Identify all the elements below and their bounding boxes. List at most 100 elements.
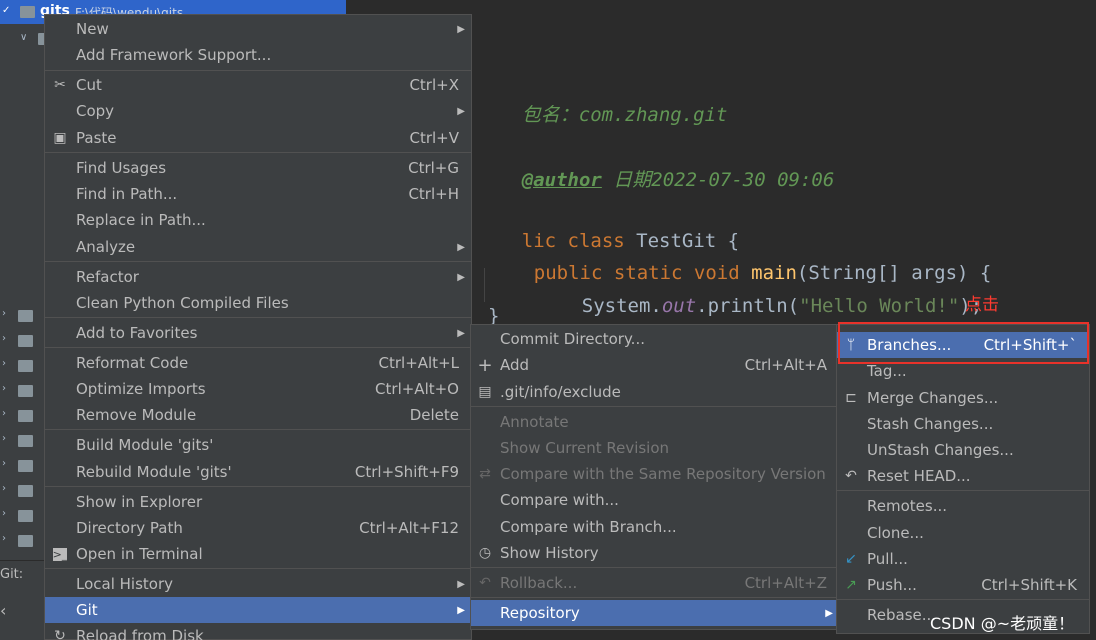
menu-item-add[interactable]: + Add Ctrl+Alt+A — [471, 352, 839, 378]
menu-item-reload[interactable]: ↻ Reload from Disk — [45, 623, 471, 640]
menu-divider — [45, 261, 471, 262]
menu-item-annotate[interactable]: Annotate — [471, 409, 839, 435]
menu-item-repository[interactable]: Repository ▶ — [471, 600, 839, 626]
shortcut: Ctrl+Alt+A — [744, 356, 827, 374]
folder-icon — [20, 6, 35, 18]
menu-item-copy[interactable]: Copy ▶ — [45, 98, 471, 124]
folder-icon — [18, 335, 33, 347]
menu-label: Local History — [76, 575, 174, 593]
menu-label: Commit Directory... — [500, 330, 645, 348]
shortcut: Ctrl+Alt+F12 — [359, 519, 459, 537]
menu-item-push[interactable]: ↗ Push... Ctrl+Shift+K — [837, 572, 1089, 598]
menu-item-find-in-path[interactable]: Find in Path... Ctrl+H — [45, 181, 471, 207]
identifier: System. — [581, 295, 662, 317]
chevron-right-icon[interactable]: › — [2, 458, 6, 469]
menu-label: Reset HEAD... — [867, 467, 971, 485]
menu-item-clone[interactable]: Clone... — [837, 520, 1089, 546]
shortcut: Ctrl+Shift+K — [981, 576, 1077, 594]
menu-item-show-in-explorer[interactable]: Show in Explorer — [45, 489, 471, 515]
scissors-icon: ✂ — [54, 77, 66, 93]
menu-item-stash-changes[interactable]: Stash Changes... — [837, 411, 1089, 437]
clipboard-icon: ▣ — [53, 130, 67, 146]
menu-divider — [471, 597, 839, 598]
menu-item-remove-module[interactable]: Remove Module Delete — [45, 402, 471, 428]
chevron-right-icon[interactable]: › — [2, 333, 6, 344]
shortcut: Ctrl+X — [409, 76, 459, 94]
menu-item-rebuild-module[interactable]: Rebuild Module 'gits' Ctrl+Shift+F9 — [45, 459, 471, 485]
project-context-menu: New ▶ Add Framework Support... ✂ Cut Ctrl+X… — [44, 14, 472, 640]
menu-item-clean-python[interactable]: Clean Python Compiled Files — [45, 290, 471, 316]
menu-item-refactor[interactable]: Refactor ▶ — [45, 264, 471, 290]
menu-item-merge-changes[interactable]: ⊏ Merge Changes... — [837, 385, 1089, 411]
chevron-left-icon[interactable]: ‹ — [0, 601, 6, 620]
indent-guide — [484, 268, 485, 302]
compare-arrows-icon: ⇄ — [479, 466, 491, 482]
menu-label: Pull... — [867, 550, 908, 568]
watermark: CSDN @~老顽童！ — [930, 614, 1075, 633]
menu-item-analyze[interactable]: Analyze ▶ — [45, 234, 471, 260]
shortcut: Ctrl+V — [409, 129, 459, 147]
menu-item-build-module[interactable]: Build Module 'gits' — [45, 432, 471, 458]
chevron-right-icon[interactable]: › — [2, 483, 6, 494]
highlight-annotation-box — [838, 322, 1089, 364]
menu-item-compare-same-version[interactable]: ⇄ Compare with the Same Repository Versio… — [471, 461, 839, 487]
menu-label: New — [76, 20, 109, 38]
menu-divider — [45, 429, 471, 430]
menu-item-new[interactable]: New ▶ — [45, 16, 471, 42]
menu-item-add-favorites[interactable]: Add to Favorites ▶ — [45, 320, 471, 346]
menu-item-open-terminal[interactable]: >_ Open in Terminal — [45, 541, 471, 567]
undo-icon: ↶ — [845, 468, 857, 484]
menu-item-optimize-imports[interactable]: Optimize Imports Ctrl+Alt+O — [45, 376, 471, 402]
menu-item-reset-head[interactable]: ↶ Reset HEAD... — [837, 463, 1089, 489]
menu-label: Merge Changes... — [867, 389, 999, 407]
menu-label: Compare with the Same Repository Version — [500, 465, 826, 483]
menu-item-show-current-revision[interactable]: Show Current Revision — [471, 435, 839, 461]
menu-item-commit-directory[interactable]: Commit Directory... — [471, 326, 839, 352]
menu-label: Cut — [76, 76, 102, 94]
menu-item-remotes[interactable]: Remotes... — [837, 493, 1089, 519]
menu-item-git[interactable]: Git ▶ — [45, 597, 471, 623]
menu-item-unstash-changes[interactable]: UnStash Changes... — [837, 437, 1089, 463]
menu-item-rollback[interactable]: ↶ Rollback... Ctrl+Alt+Z — [471, 570, 839, 596]
menu-label: Compare with Branch... — [500, 518, 677, 536]
chevron-right-icon[interactable]: › — [2, 433, 6, 444]
submenu-arrow-icon: ▶ — [457, 271, 465, 283]
menu-item-add-framework[interactable]: Add Framework Support... — [45, 42, 471, 68]
string-literal: "Hello World!" — [799, 295, 960, 317]
chevron-right-icon[interactable]: › — [2, 383, 6, 394]
chevron-down-icon[interactable]: ✓ — [2, 5, 10, 16]
menu-item-reformat[interactable]: Reformat Code Ctrl+Alt+L — [45, 350, 471, 376]
menu-item-compare-branch[interactable]: Compare with Branch... — [471, 514, 839, 540]
chevron-right-icon[interactable]: › — [2, 408, 6, 419]
folder-icon — [18, 460, 33, 472]
menu-divider — [45, 486, 471, 487]
chevron-right-icon[interactable]: › — [2, 358, 6, 369]
menu-divider — [837, 599, 1089, 600]
menu-item-compare-with[interactable]: Compare with... — [471, 487, 839, 513]
menu-label: Git — [76, 601, 98, 619]
menu-item-pull[interactable]: ↙ Pull... — [837, 546, 1089, 572]
menu-label: Show Current Revision — [500, 439, 670, 457]
shortcut: Delete — [409, 406, 459, 424]
chevron-right-icon[interactable]: › — [2, 533, 6, 544]
menu-item-find-usages[interactable]: Find Usages Ctrl+G — [45, 155, 471, 181]
shortcut: Ctrl+Shift+F9 — [354, 463, 459, 481]
menu-divider — [471, 406, 839, 407]
chevron-right-icon[interactable]: › — [2, 508, 6, 519]
menu-label: Add — [500, 356, 530, 374]
chevron-right-icon[interactable]: › — [2, 308, 6, 319]
menu-item-local-history[interactable]: Local History ▶ — [45, 571, 471, 597]
menu-item-directory-path[interactable]: Directory Path Ctrl+Alt+F12 — [45, 515, 471, 541]
terminal-icon: >_ — [52, 547, 68, 561]
menu-item-show-history[interactable]: ◷ Show History — [471, 540, 839, 566]
chevron-down-icon[interactable]: ∨ — [20, 32, 27, 43]
folder-icon — [18, 435, 33, 447]
menu-item-paste[interactable]: ▣ Paste Ctrl+V — [45, 125, 471, 151]
menu-label: Show in Explorer — [76, 493, 203, 511]
menu-item-git-exclude[interactable]: ▤ .git/info/exclude — [471, 379, 839, 405]
menu-item-replace-in-path[interactable]: Replace in Path... — [45, 207, 471, 233]
menu-item-cut[interactable]: ✂ Cut Ctrl+X — [45, 72, 471, 98]
menu-label: Remotes... — [867, 497, 947, 515]
menu-label: Clone... — [867, 524, 924, 542]
menu-label: Optimize Imports — [76, 380, 206, 398]
